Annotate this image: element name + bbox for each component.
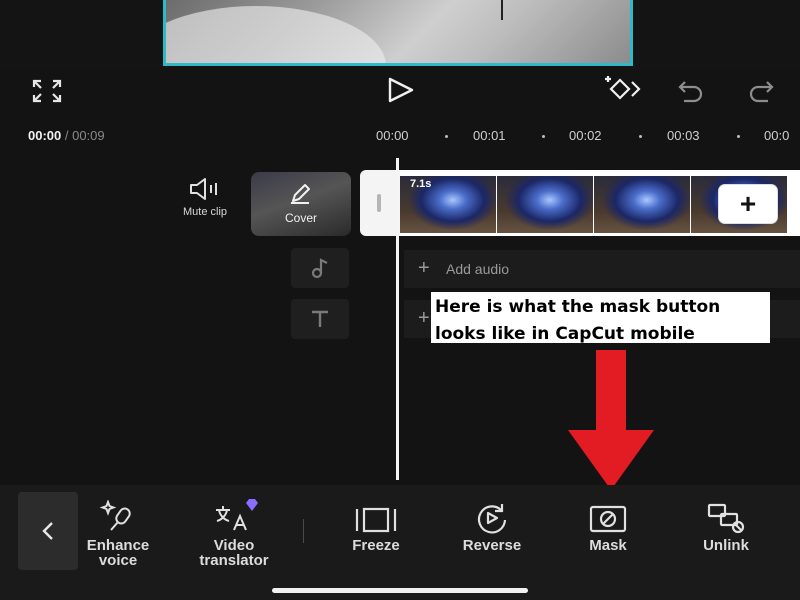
- ruler-tick-label: 00:03: [667, 128, 700, 143]
- add-audio-label: Add audio: [446, 261, 510, 277]
- ruler-tick-label: 00:01: [473, 128, 506, 143]
- add-clip-button[interactable]: +: [719, 185, 777, 223]
- mask-button[interactable]: Mask: [568, 500, 648, 553]
- freeze-label: Freeze: [352, 537, 400, 554]
- ruler-tick-label: 00:02: [569, 128, 602, 143]
- clip-trim-handle[interactable]: [360, 170, 400, 236]
- reverse-label: Reverse: [462, 537, 522, 554]
- undo-icon[interactable]: [676, 78, 706, 109]
- mute-clip-label[interactable]: Mute clip: [180, 206, 230, 218]
- time-readout: 00:00 / 00:09: [28, 128, 105, 143]
- music-note-icon: [311, 258, 328, 279]
- edit-pencil-icon: [287, 183, 313, 210]
- clip-duration: 7.1s: [410, 178, 432, 190]
- plus-icon: +: [418, 257, 430, 279]
- premium-badge-icon: [246, 499, 258, 511]
- playhead[interactable]: [396, 158, 399, 480]
- freeze-button[interactable]: Freeze: [334, 500, 418, 553]
- clip-frame-thumbnail: [497, 176, 593, 233]
- ruler-dot: [445, 135, 448, 138]
- reverse-button[interactable]: Reverse: [448, 500, 536, 553]
- ruler-dot: [639, 135, 642, 138]
- ruler-tick-label: 00:00: [376, 128, 409, 143]
- keyframe-icon[interactable]: [602, 74, 644, 109]
- current-time: 00:00: [28, 128, 62, 143]
- plus-icon: +: [418, 307, 430, 329]
- chevron-left-icon: [42, 522, 53, 540]
- fullscreen-icon[interactable]: [32, 78, 62, 109]
- back-button[interactable]: [18, 492, 78, 570]
- video-translator-label: Video translator: [199, 537, 269, 569]
- preview-content: [166, 6, 386, 63]
- video-translator-icon: [182, 499, 286, 534]
- annotation-callout: Here is what the mask button looks like …: [431, 292, 770, 343]
- red-arrow-icon: [568, 350, 654, 497]
- clip-frame-thumbnail: [594, 176, 690, 233]
- video-translator-button[interactable]: Video translator: [182, 499, 286, 569]
- toolbar-divider: [303, 519, 304, 543]
- enhance-voice-icon: [76, 500, 160, 534]
- unlink-label: Unlink: [703, 537, 749, 554]
- mask-label: Mask: [589, 537, 627, 554]
- video-preview-frame[interactable]: [163, 0, 633, 66]
- play-icon[interactable]: [386, 76, 416, 109]
- ruler-dot: [542, 135, 545, 138]
- text-icon: [312, 310, 328, 327]
- unlink-icon: [686, 500, 766, 534]
- mute-icon[interactable]: [188, 177, 222, 206]
- add-text-track-button[interactable]: [291, 299, 349, 339]
- mask-icon: [568, 500, 648, 534]
- enhance-voice-label: Enhance voice: [86, 537, 150, 569]
- freeze-icon: [334, 500, 418, 534]
- add-audio-track-button[interactable]: [291, 248, 349, 288]
- reverse-icon: [448, 500, 536, 534]
- preview-content-line: [501, 0, 503, 20]
- total-time: / 00:09: [64, 128, 105, 143]
- unlink-button[interactable]: Unlink: [686, 500, 766, 553]
- ruler-tick-label: 00:0: [764, 128, 790, 143]
- redo-icon[interactable]: [746, 78, 776, 109]
- cover-label: Cover: [284, 211, 317, 225]
- ruler-dot: [737, 135, 740, 138]
- home-indicator[interactable]: [272, 588, 528, 593]
- enhance-voice-button[interactable]: Enhance voice: [76, 500, 160, 568]
